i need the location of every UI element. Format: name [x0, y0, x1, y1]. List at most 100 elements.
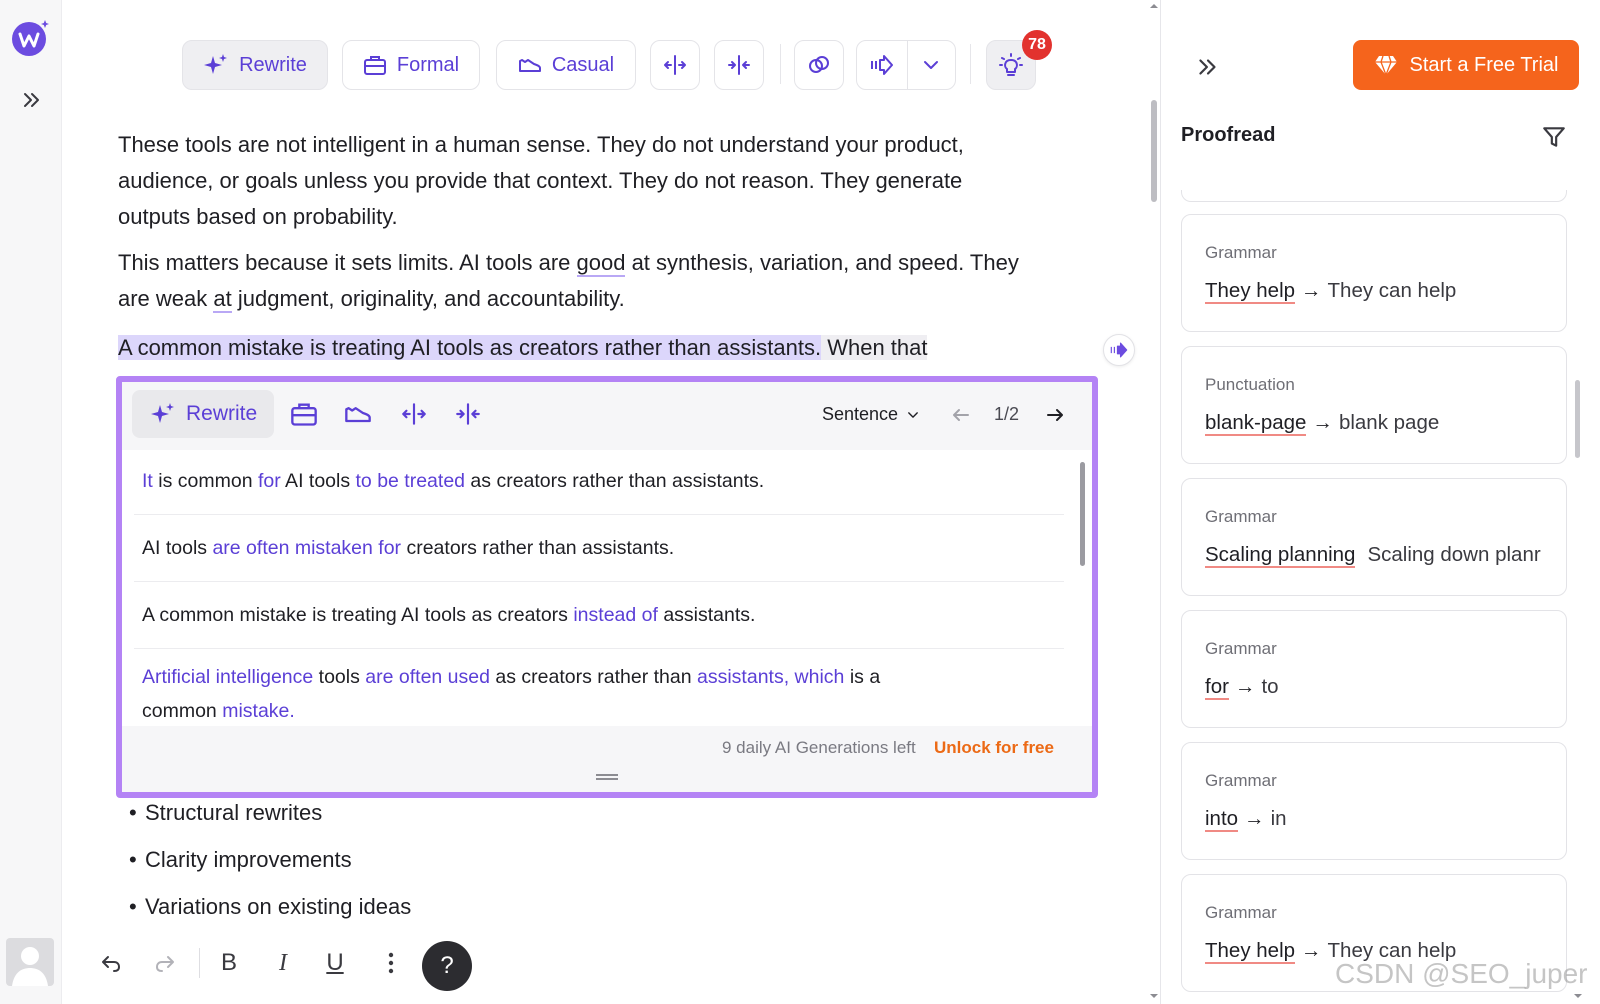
issue-fix[interactable]: for → to — [1205, 675, 1279, 700]
undo-button[interactable] — [96, 948, 126, 978]
continue-writing-group — [856, 40, 956, 90]
toolbar-divider — [970, 44, 971, 84]
popup-rewrite-tab[interactable]: Rewrite — [132, 390, 274, 438]
unchanged-text: tools — [313, 666, 366, 688]
page-indicator: 1/2 — [994, 404, 1020, 424]
proofread-card[interactable]: Grammar for → to — [1181, 610, 1567, 728]
issue-category: Grammar — [1205, 639, 1277, 658]
suggestion-item[interactable]: It is common for AI tools to be treated … — [142, 464, 1062, 498]
changed-text: assistants, which — [697, 666, 845, 688]
para2-text-c: judgment, originality, and accountabilit… — [231, 286, 625, 311]
suggestion-divider — [134, 581, 1064, 582]
bullet-item[interactable]: Clarity improvements — [129, 847, 352, 873]
undo-icon — [102, 956, 120, 972]
bold-button[interactable]: B — [214, 948, 244, 978]
rewrite-popup: Rewrite Sentence 1/2 It is common for AI… — [116, 376, 1098, 798]
start-free-trial-button[interactable]: Start a Free Trial — [1353, 40, 1579, 90]
app-logo-icon[interactable] — [11, 18, 51, 58]
unchanged-text: creators rather than assistants. — [401, 537, 675, 559]
arrow-right-icon: → — [1301, 939, 1322, 962]
inline-continue-button[interactable] — [1103, 334, 1135, 366]
original-text: Scaling planning — [1205, 543, 1356, 568]
sneaker-icon[interactable] — [344, 400, 372, 428]
shorten-icon[interactable] — [454, 400, 482, 428]
unlock-for-free-link[interactable]: Unlock for free — [934, 738, 1054, 758]
generations-left-text: 9 daily AI Generations left — [722, 738, 916, 757]
briefcase-icon — [363, 56, 386, 75]
paragraph-3[interactable]: A common mistake is treating AI tools as… — [118, 330, 1018, 366]
continue-writing-button[interactable] — [857, 41, 907, 89]
expand-sidebar-icon[interactable] — [20, 88, 44, 112]
suggested-text: to — [1261, 675, 1279, 698]
changed-text: It — [142, 470, 153, 492]
more-format-button[interactable] — [376, 948, 406, 978]
underline-button[interactable]: U — [320, 948, 350, 978]
shorten-text-button[interactable] — [714, 40, 764, 90]
help-button[interactable]: ? — [422, 941, 472, 991]
rewrite-button[interactable]: Rewrite — [182, 40, 328, 90]
issue-fix[interactable]: They help → They can help — [1205, 279, 1456, 304]
unchanged-text: as creators rather than — [489, 666, 697, 688]
redo-button[interactable] — [150, 948, 180, 978]
scroll-down-icon[interactable] — [1572, 990, 1584, 1002]
collapse-panel-icon[interactable] — [1195, 54, 1221, 80]
filter-icon[interactable] — [1541, 124, 1567, 150]
paragraph-1[interactable]: These tools are not intelligent in a hum… — [118, 127, 1038, 235]
scroll-up-icon[interactable] — [1148, 0, 1160, 12]
notification-badge: 78 — [1022, 30, 1052, 60]
underlined-word-at[interactable]: at — [213, 286, 232, 313]
changed-text: are often used — [365, 666, 490, 688]
unchanged-text: A common mistake is treating AI tools as… — [142, 604, 574, 626]
expand-icon[interactable] — [400, 400, 428, 428]
paraphrase-button[interactable] — [794, 40, 844, 90]
casual-button[interactable]: Casual — [496, 40, 636, 90]
popup-scrollbar[interactable] — [1080, 462, 1085, 566]
sparkle-icon — [151, 403, 174, 423]
bullet-item[interactable]: Structural rewrites — [129, 800, 322, 826]
expand-text-button[interactable] — [650, 40, 700, 90]
original-text: for — [1205, 675, 1229, 700]
rewrite-label: Rewrite — [239, 53, 307, 76]
sparkle-icon — [204, 54, 228, 74]
app-window: Rewrite Formal Casual 78 These tools are… — [0, 0, 1600, 1004]
italic-button[interactable]: I — [268, 948, 298, 978]
para2-text-a: This matters because it sets limits. AI … — [118, 250, 577, 275]
selected-sentence[interactable]: A common mistake is treating AI tools as… — [118, 335, 822, 360]
chevron-down-icon — [924, 61, 939, 69]
issue-fix[interactable]: Scaling planning Scaling down planr — [1205, 543, 1541, 568]
arrow-left-icon[interactable] — [948, 402, 974, 428]
user-avatar[interactable] — [6, 938, 54, 986]
left-rail — [0, 0, 62, 1004]
trial-label: Start a Free Trial — [1409, 53, 1559, 76]
panel-scrollbar[interactable] — [1575, 380, 1580, 458]
original-text: They help — [1205, 279, 1296, 304]
bullet-item[interactable]: Variations on existing ideas — [129, 894, 411, 920]
arrow-right-icon[interactable] — [1042, 402, 1068, 428]
proofread-card[interactable]: Grammar Scaling planning Scaling down plan… — [1181, 478, 1567, 596]
scroll-down-icon[interactable] — [1148, 990, 1160, 1002]
issue-fix[interactable]: blank-page → blank page — [1205, 411, 1439, 436]
proofread-card[interactable]: Grammar They help → They can help — [1181, 214, 1567, 332]
suggestion-divider — [134, 648, 1064, 649]
issue-category: Punctuation — [1205, 375, 1295, 394]
paragraph-2[interactable]: This matters because it sets limits. AI … — [118, 245, 1038, 317]
arrow-right-icon: → — [1244, 807, 1265, 830]
proofread-card[interactable]: Grammar into → in — [1181, 742, 1567, 860]
suggestion-item[interactable]: A common mistake is treating AI tools as… — [142, 598, 1062, 632]
changed-text: mistake. — [222, 700, 295, 722]
briefcase-icon[interactable] — [290, 400, 318, 428]
mode-select[interactable]: Sentence — [822, 404, 920, 425]
suggested-text: in — [1270, 807, 1287, 830]
issue-fix[interactable]: into → in — [1205, 807, 1287, 832]
formal-button[interactable]: Formal — [342, 40, 480, 90]
suggestion-item[interactable]: Artificial intelligence tools are often … — [142, 660, 942, 728]
editor-scroll-thumb[interactable] — [1151, 100, 1157, 202]
suggestion-item[interactable]: AI tools are often mistaken for creators… — [142, 531, 1062, 565]
diamond-icon — [1374, 55, 1397, 76]
issue-category: Grammar — [1205, 507, 1277, 526]
more-options-dropdown[interactable] — [907, 41, 955, 89]
resize-grip-icon[interactable] — [596, 774, 618, 780]
underlined-word-good[interactable]: good — [576, 250, 626, 277]
original-text: blank-page — [1205, 411, 1307, 436]
proofread-card[interactable]: Punctuation blank-page → blank page — [1181, 346, 1567, 464]
